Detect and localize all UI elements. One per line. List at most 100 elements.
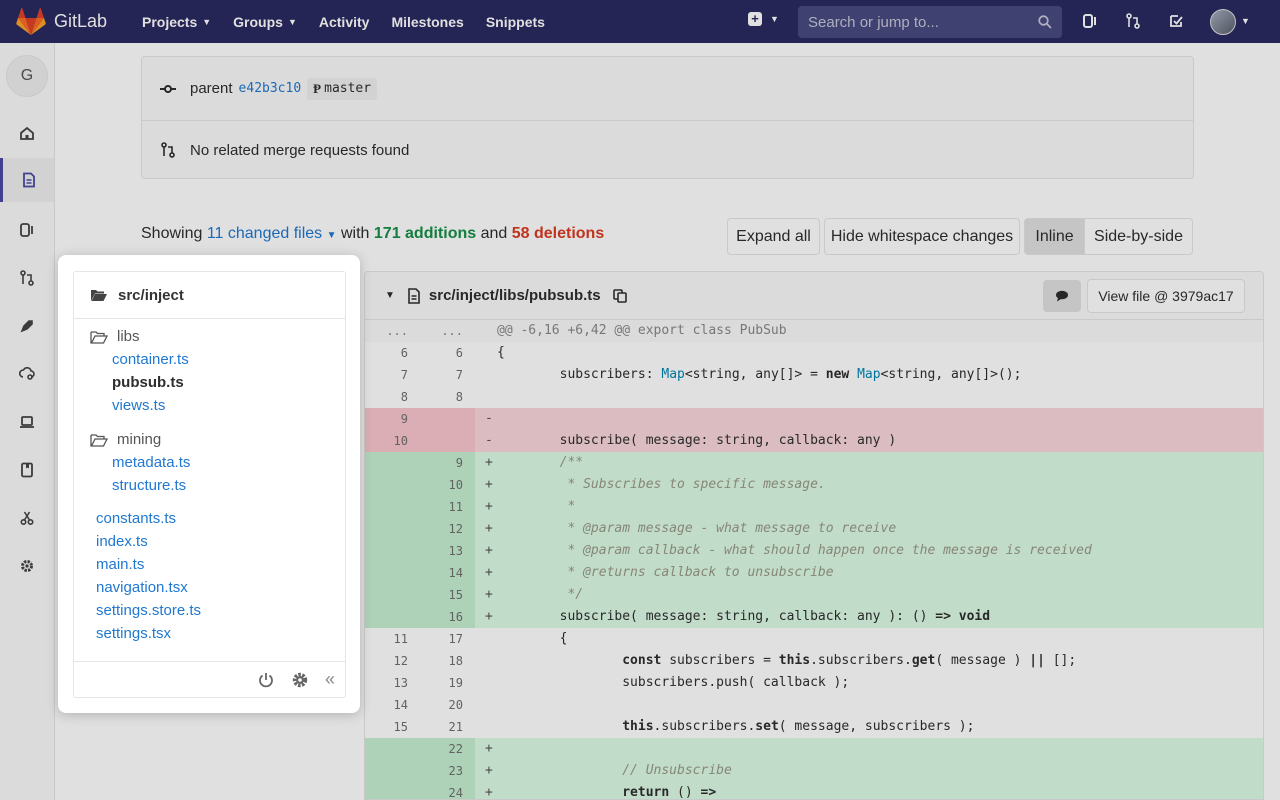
project-avatar[interactable]: G [6, 55, 48, 97]
tree-file-settings[interactable]: settings.tsx [96, 625, 171, 642]
old-line-number[interactable] [365, 562, 420, 584]
new-line-number[interactable]: 11 [420, 496, 475, 518]
gitlab-home-link[interactable]: GitLab [16, 7, 126, 36]
old-line-number[interactable] [365, 606, 420, 628]
issues-icon[interactable] [1080, 11, 1100, 31]
old-line-number[interactable]: 14 [365, 694, 420, 716]
nav-projects[interactable]: Projects ▼ [142, 14, 211, 30]
tree-file-main[interactable]: main.ts [96, 556, 144, 573]
tree-file-metadata[interactable]: metadata.ts [112, 454, 190, 471]
old-line-number[interactable] [365, 518, 420, 540]
old-line-number[interactable]: 7 [365, 364, 420, 386]
tree-file-constants[interactable]: constants.ts [96, 510, 176, 527]
environments-icon[interactable] [0, 400, 54, 444]
tree-file-structure[interactable]: structure.ts [112, 477, 186, 494]
hide-whitespace-button[interactable]: Hide whitespace changes [824, 218, 1020, 255]
nav-milestones[interactable]: Milestones [391, 14, 463, 30]
todos-icon[interactable] [1166, 11, 1186, 31]
old-line-number[interactable]: 11 [365, 628, 420, 650]
new-line-number[interactable]: 22 [420, 738, 475, 760]
old-line-number[interactable] [365, 782, 420, 799]
parent-sha-link[interactable]: e42b3c10 [239, 81, 302, 96]
diff-code [495, 386, 1263, 408]
new-line-number[interactable]: 9 [420, 452, 475, 474]
old-line-number[interactable] [365, 540, 420, 562]
chevron-down-icon[interactable]: ▼ [1241, 16, 1250, 26]
tree-file-pubsub[interactable]: pubsub.ts [112, 374, 184, 391]
new-line-number[interactable]: 21 [420, 716, 475, 738]
diff-line: 10 - subscribe( message: string, callback… [365, 430, 1263, 452]
changed-files-dropdown[interactable]: 11 changed files ▼ [207, 225, 337, 242]
tree-file-views[interactable]: views.ts [112, 397, 165, 414]
old-line-number[interactable]: 9 [365, 408, 420, 430]
issues-icon[interactable] [0, 208, 54, 252]
new-line-number[interactable]: 15 [420, 584, 475, 606]
view-file-button[interactable]: View file @ 3979ac17 [1087, 279, 1245, 313]
new-line-number[interactable]: 7 [420, 364, 475, 386]
nav-snippets[interactable]: Snippets [486, 14, 545, 30]
new-line-number[interactable]: 13 [420, 540, 475, 562]
inline-view-button[interactable]: Inline [1024, 218, 1085, 255]
old-line-number[interactable] [365, 738, 420, 760]
new-line-number[interactable]: 18 [420, 650, 475, 672]
side-by-side-button[interactable]: Side-by-side [1084, 218, 1193, 255]
old-line-number[interactable] [365, 760, 420, 782]
merge-requests-icon[interactable] [0, 256, 54, 300]
diff-file-path[interactable]: src/inject/libs/pubsub.ts [429, 287, 601, 304]
tree-folder-mining[interactable]: mining [90, 431, 161, 448]
new-line-number[interactable]: 12 [420, 518, 475, 540]
new-line-number[interactable] [420, 408, 475, 430]
tree-file-navigation[interactable]: navigation.tsx [96, 579, 188, 596]
tree-file-container[interactable]: container.ts [112, 351, 189, 368]
snippets-icon[interactable] [0, 496, 54, 540]
old-line-number[interactable]: ... [365, 320, 420, 342]
old-line-number[interactable] [365, 496, 420, 518]
expand-all-button[interactable]: Expand all [727, 218, 820, 255]
operations-icon[interactable] [0, 352, 54, 396]
collapse-icon[interactable]: « [325, 669, 335, 690]
new-line-number[interactable]: ... [420, 320, 475, 342]
old-line-number[interactable]: 13 [365, 672, 420, 694]
copy-icon[interactable] [612, 288, 627, 303]
search-input[interactable] [808, 13, 1038, 31]
tree-file-index[interactable]: index.ts [96, 533, 148, 550]
repository-icon[interactable] [0, 158, 54, 202]
home-icon[interactable] [0, 111, 54, 155]
new-line-number[interactable]: 16 [420, 606, 475, 628]
old-line-number[interactable]: 6 [365, 342, 420, 364]
new-line-number[interactable]: 24 [420, 782, 475, 799]
old-line-number[interactable]: 10 [365, 430, 420, 452]
new-line-number[interactable]: 19 [420, 672, 475, 694]
user-avatar[interactable] [1210, 9, 1236, 35]
old-line-number[interactable]: 15 [365, 716, 420, 738]
merge-requests-icon[interactable] [1123, 11, 1143, 31]
power-icon[interactable] [257, 671, 275, 689]
new-line-number[interactable]: 14 [420, 562, 475, 584]
new-line-number[interactable]: 17 [420, 628, 475, 650]
wiki-icon[interactable] [0, 448, 54, 492]
new-line-number[interactable]: 6 [420, 342, 475, 364]
ci-cd-icon[interactable] [0, 304, 54, 348]
toggle-comments-button[interactable] [1043, 280, 1081, 312]
new-line-number[interactable]: 23 [420, 760, 475, 782]
old-line-number[interactable]: 12 [365, 650, 420, 672]
old-line-number[interactable] [365, 584, 420, 606]
settings-icon[interactable] [291, 671, 309, 689]
new-dropdown-button[interactable]: + ▼ [748, 12, 779, 26]
new-line-number[interactable]: 20 [420, 694, 475, 716]
old-line-number[interactable] [365, 452, 420, 474]
tree-folder-libs[interactable]: libs [90, 328, 140, 345]
old-line-number[interactable] [365, 474, 420, 496]
old-line-number[interactable]: 8 [365, 386, 420, 408]
collapse-caret-icon[interactable]: ▼ [385, 290, 395, 301]
new-line-number[interactable] [420, 430, 475, 452]
search-box[interactable] [798, 6, 1062, 38]
tree-file-settings-store[interactable]: settings.store.ts [96, 602, 201, 619]
settings-icon[interactable] [0, 544, 54, 588]
branch-badge[interactable]: Ᵽmaster [307, 77, 378, 100]
new-line-number[interactable]: 10 [420, 474, 475, 496]
nav-groups[interactable]: Groups ▼ [233, 14, 297, 30]
new-line-number[interactable]: 8 [420, 386, 475, 408]
tree-root-header[interactable]: src/inject [74, 272, 345, 319]
nav-activity[interactable]: Activity [319, 14, 370, 30]
